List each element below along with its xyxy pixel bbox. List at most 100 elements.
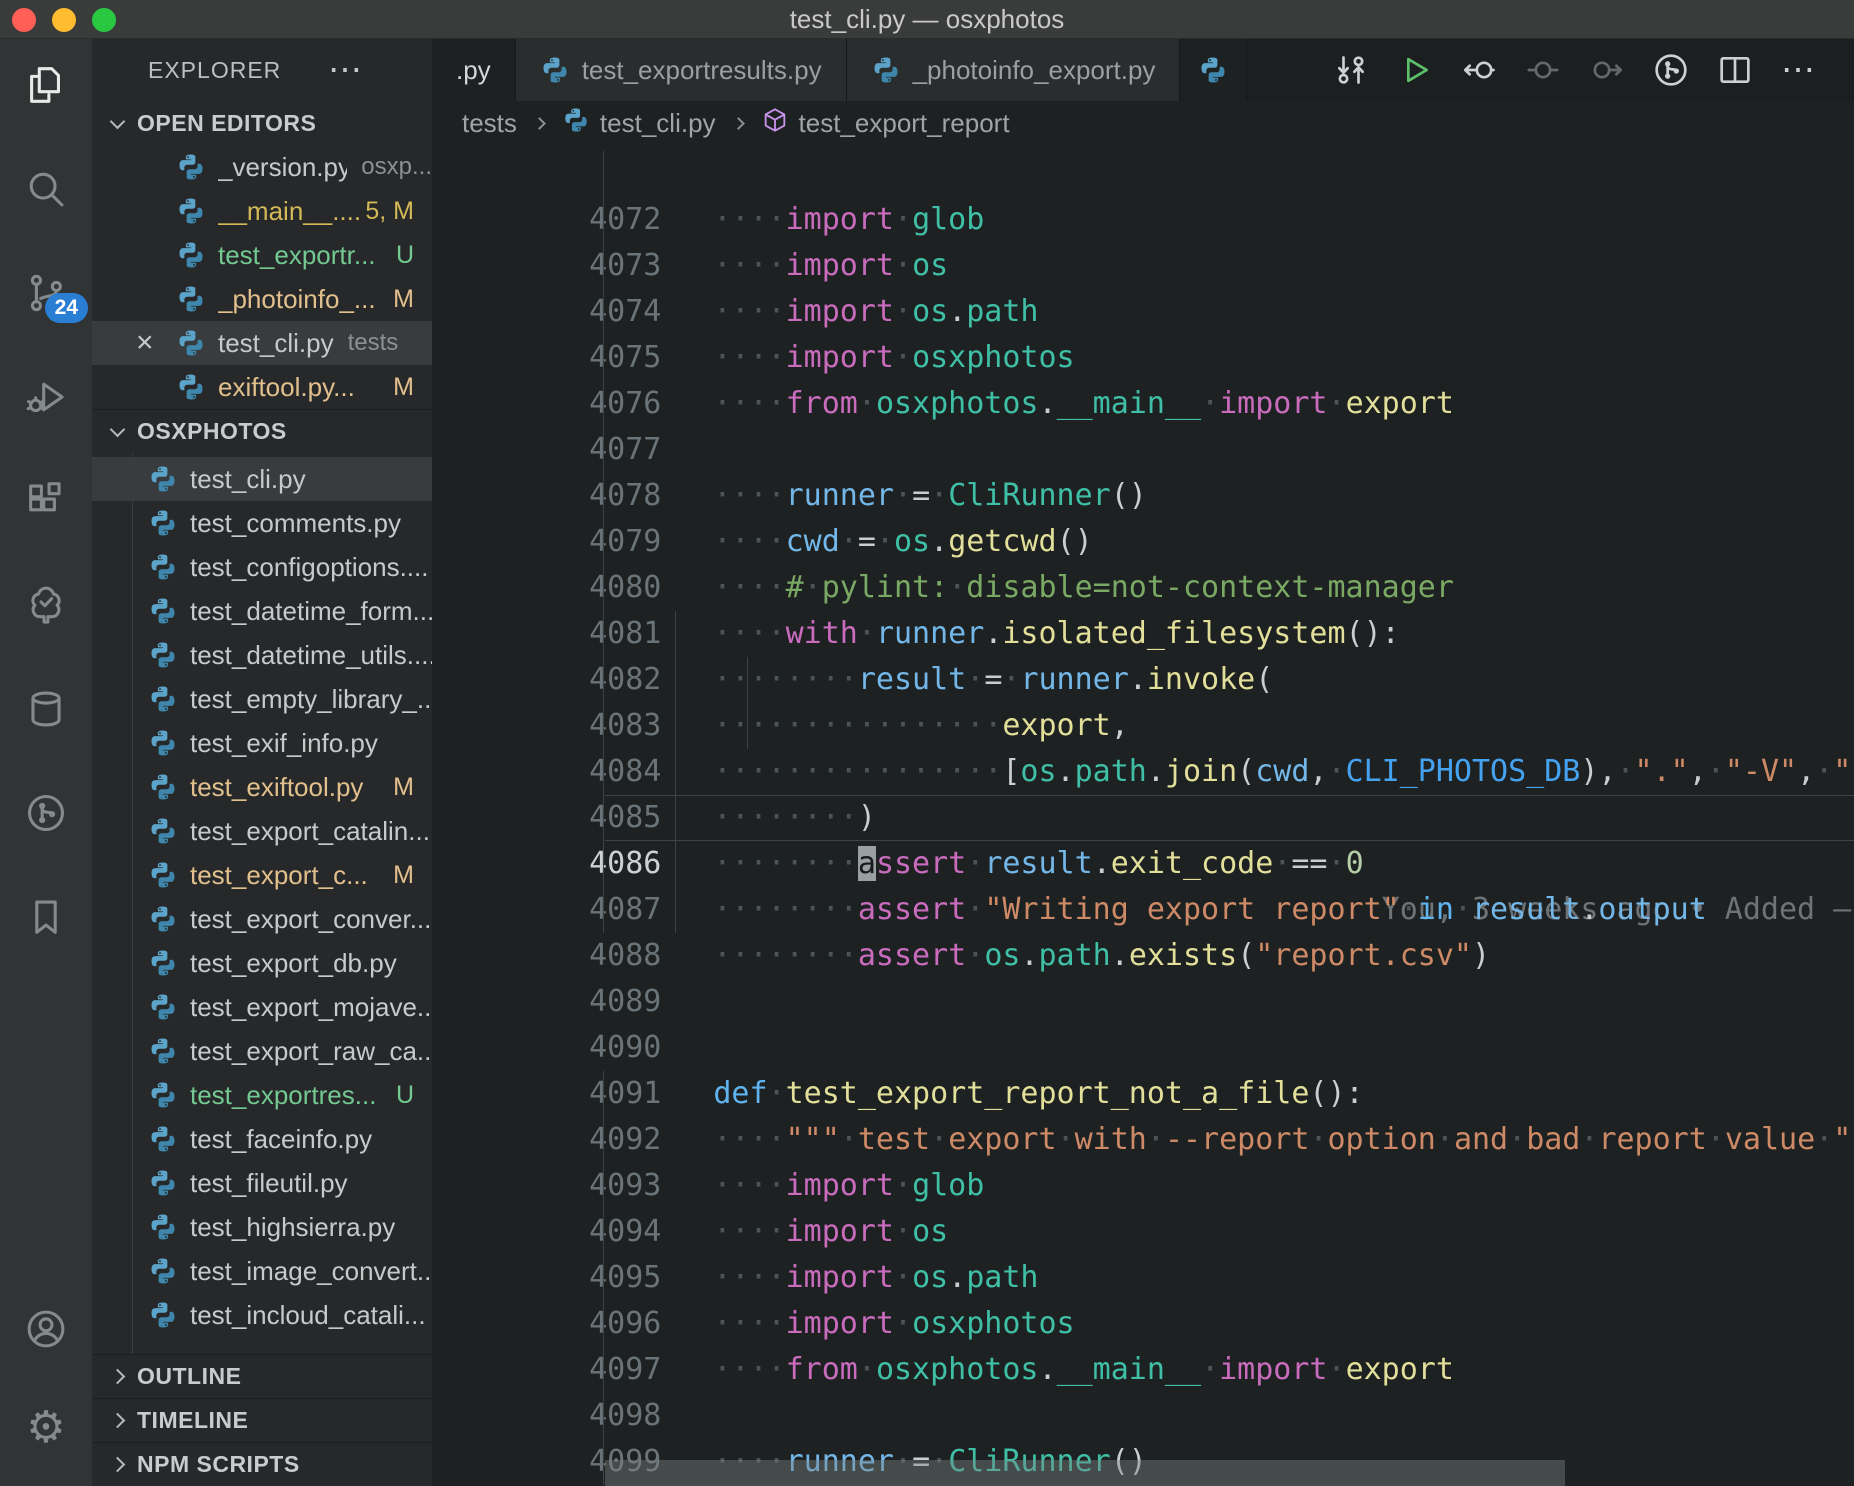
- code-line-4076[interactable]: 4076····from·osxphotos.__main__·import·e…: [432, 335, 1854, 381]
- code-line-4082[interactable]: 4082········result·=·runner.invoke(: [432, 611, 1854, 657]
- code-line-4078[interactable]: 4078····runner·=·CliRunner(): [432, 427, 1854, 473]
- split-editor-icon[interactable]: [1714, 49, 1756, 91]
- close-icon[interactable]: ×: [136, 323, 176, 363]
- code-line-4094[interactable]: 4094····import·os: [432, 1163, 1854, 1209]
- horizontal-scrollbar[interactable]: [605, 1460, 1565, 1486]
- code-line-4092[interactable]: 4092····"""·test·export·with·--report·op…: [432, 1071, 1854, 1117]
- tree-item-test_configoptions....[interactable]: test_configoptions....: [92, 545, 432, 589]
- tree-item-test_export_db.py[interactable]: test_export_db.py: [92, 941, 432, 985]
- minimize-window-button[interactable]: [52, 8, 76, 32]
- editor-tab-test_exportresults.py[interactable]: test_exportresults.py: [516, 39, 847, 101]
- editor-tab[interactable]: [1180, 39, 1247, 101]
- tab-label: test_exportresults.py: [582, 55, 822, 86]
- code-line-4085[interactable]: 4085········): [432, 749, 1854, 795]
- step-back-icon[interactable]: [1458, 49, 1500, 91]
- settings-gear-icon[interactable]: ⚙: [0, 1406, 92, 1450]
- explorer-header: EXPLORER ⋯: [92, 39, 432, 101]
- open-editor-test_cli.py[interactable]: × test_cli.py tests: [92, 321, 432, 365]
- tree-item-test_highsierra.py[interactable]: test_highsierra.py: [92, 1205, 432, 1249]
- npm-scripts-section-header[interactable]: NPM SCRIPTS: [92, 1442, 432, 1486]
- indent-guide: [603, 611, 604, 657]
- code-line-4089[interactable]: 4089: [432, 933, 1854, 979]
- python-icon: [540, 55, 570, 85]
- code-line-4093[interactable]: 4093····import·glob: [432, 1117, 1854, 1163]
- code-line-4090[interactable]: 4090: [432, 979, 1854, 1025]
- tree-item-test_cli.py[interactable]: test_cli.py: [92, 457, 432, 501]
- open-editors-section-header[interactable]: OPEN EDITORS: [92, 101, 432, 145]
- compare-changes-icon[interactable]: [1330, 49, 1372, 91]
- tree-item-test_empty_library_...[interactable]: test_empty_library_...: [92, 677, 432, 721]
- code-line-4088[interactable]: 4088········assert·os.path.exists("repor…: [432, 887, 1854, 933]
- folder-section-header[interactable]: OSXPHOTOS: [92, 409, 432, 453]
- tree-item-test_export_conver...[interactable]: test_export_conver...: [92, 897, 432, 941]
- open-editor-test_exportr...[interactable]: test_exportr... U: [92, 233, 432, 277]
- activity-item-testing-tree[interactable]: [0, 583, 92, 627]
- code-line-4087[interactable]: 4087········assert·"Writing export repor…: [432, 841, 1854, 887]
- close-window-button[interactable]: [12, 8, 36, 32]
- tree-item-test_export_mojave...[interactable]: test_export_mojave...: [92, 985, 432, 1029]
- activity-item-search[interactable]: [0, 167, 92, 211]
- code-line-4072[interactable]: 4072····import·glob: [432, 151, 1854, 197]
- code-line-4081[interactable]: 4081····with·runner.isolated_filesystem(…: [432, 565, 1854, 611]
- activity-item-files[interactable]: [0, 63, 92, 107]
- open-editor-_version.py[interactable]: _version.py osxp...: [92, 145, 432, 189]
- code-line-4099[interactable]: 4099····runner·=·CliRunner(): [432, 1393, 1854, 1439]
- tree-item-test_exif_info.py[interactable]: test_exif_info.py: [92, 721, 432, 765]
- code-line-4086[interactable]: 4086········assert·result.exit_code·==·0…: [432, 795, 1854, 841]
- code-line-4080[interactable]: 4080····#·pylint:·disable=not-context-ma…: [432, 519, 1854, 565]
- code-line-4091[interactable]: 4091def·test_export_report_not_a_file():: [432, 1025, 1854, 1071]
- code-line-4073[interactable]: 4073····import·os: [432, 197, 1854, 243]
- activity-item-extensions[interactable]: [0, 479, 92, 523]
- code-line-4096[interactable]: 4096····import·osxphotos: [432, 1255, 1854, 1301]
- more-actions-icon[interactable]: ⋯: [328, 60, 362, 80]
- breadcrumb-item-test_export_report[interactable]: test_export_report: [761, 106, 1010, 141]
- code-line-4098[interactable]: 4098: [432, 1347, 1854, 1393]
- run-file-icon[interactable]: [1394, 49, 1436, 91]
- activity-item-bookmarks[interactable]: [0, 895, 92, 939]
- code-editor[interactable]: 4072····import·glob 4073····import·os 40…: [432, 145, 1854, 1486]
- breadcrumb-item-tests[interactable]: tests: [462, 108, 517, 139]
- tree-item-test_fileutil.py[interactable]: test_fileutil.py: [92, 1161, 432, 1205]
- activity-item-gitlens[interactable]: [0, 791, 92, 835]
- code-line-4077[interactable]: 4077: [432, 381, 1854, 427]
- tree-item-test_export_c...[interactable]: test_export_c... M: [92, 853, 432, 897]
- continue-forward-icon[interactable]: [1586, 49, 1628, 91]
- tree-item-test_exiftool.py[interactable]: test_exiftool.py M: [92, 765, 432, 809]
- activity-item-database[interactable]: [0, 687, 92, 731]
- tree-item-test_faceinfo.py[interactable]: test_faceinfo.py: [92, 1117, 432, 1161]
- tree-item-test_comments.py[interactable]: test_comments.py: [92, 501, 432, 545]
- code-line-4083[interactable]: 4083················export,: [432, 657, 1854, 703]
- more-actions-icon[interactable]: ⋯: [1778, 49, 1820, 91]
- code-line-4075[interactable]: 4075····import·osxphotos: [432, 289, 1854, 335]
- activity-item-run-debug[interactable]: [0, 375, 92, 419]
- file-name: test_comments.py: [190, 508, 401, 539]
- code-line-4095[interactable]: 4095····import·os.path: [432, 1209, 1854, 1255]
- outline-section-header[interactable]: OUTLINE: [92, 1354, 432, 1398]
- zoom-window-button[interactable]: [92, 8, 116, 32]
- breadcrumb-item-test_cli.py[interactable]: test_cli.py: [562, 106, 716, 141]
- tree-item-test_datetime_utils....[interactable]: test_datetime_utils....: [92, 633, 432, 677]
- window-controls: [12, 8, 116, 32]
- tree-item-test_incloud_catali...[interactable]: test_incloud_catali...: [92, 1293, 432, 1337]
- editor-tab-.py[interactable]: .py: [432, 39, 516, 101]
- gitlens-icon[interactable]: [1650, 49, 1692, 91]
- record-dash-icon[interactable]: [1522, 49, 1564, 91]
- open-editor-__main__....[interactable]: __main__.... 5, M: [92, 189, 432, 233]
- open-editor-exiftool.py...[interactable]: exiftool.py... M: [92, 365, 432, 409]
- python-icon: [176, 328, 206, 358]
- timeline-section-header[interactable]: TIMELINE: [92, 1398, 432, 1442]
- account-icon[interactable]: [0, 1307, 92, 1351]
- tree-item-test_exportres...[interactable]: test_exportres... U: [92, 1073, 432, 1117]
- code-line-4074[interactable]: 4074····import·os.path: [432, 243, 1854, 289]
- tree-item-test_datetime_form...[interactable]: test_datetime_form...: [92, 589, 432, 633]
- code-line-4084[interactable]: 4084················[os.path.join(cwd,·C…: [432, 703, 1854, 749]
- tree-item-test_image_convert...[interactable]: test_image_convert...: [92, 1249, 432, 1293]
- open-editor-_photoinfo_...[interactable]: _photoinfo_... M: [92, 277, 432, 321]
- tree-item-test_export_catalin...[interactable]: test_export_catalin...: [92, 809, 432, 853]
- editor-tab-_photoinfo_export.py[interactable]: _photoinfo_export.py: [847, 39, 1181, 101]
- code-line-4097[interactable]: 4097····from·osxphotos.__main__·import·e…: [432, 1301, 1854, 1347]
- activity-item-source-control[interactable]: 24: [0, 271, 92, 315]
- editor-group: .py test_exportresults.py _photoinfo_exp…: [432, 39, 1854, 1486]
- code-line-4079[interactable]: 4079····cwd·=·os.getcwd(): [432, 473, 1854, 519]
- tree-item-test_export_raw_ca...[interactable]: test_export_raw_ca...: [92, 1029, 432, 1073]
